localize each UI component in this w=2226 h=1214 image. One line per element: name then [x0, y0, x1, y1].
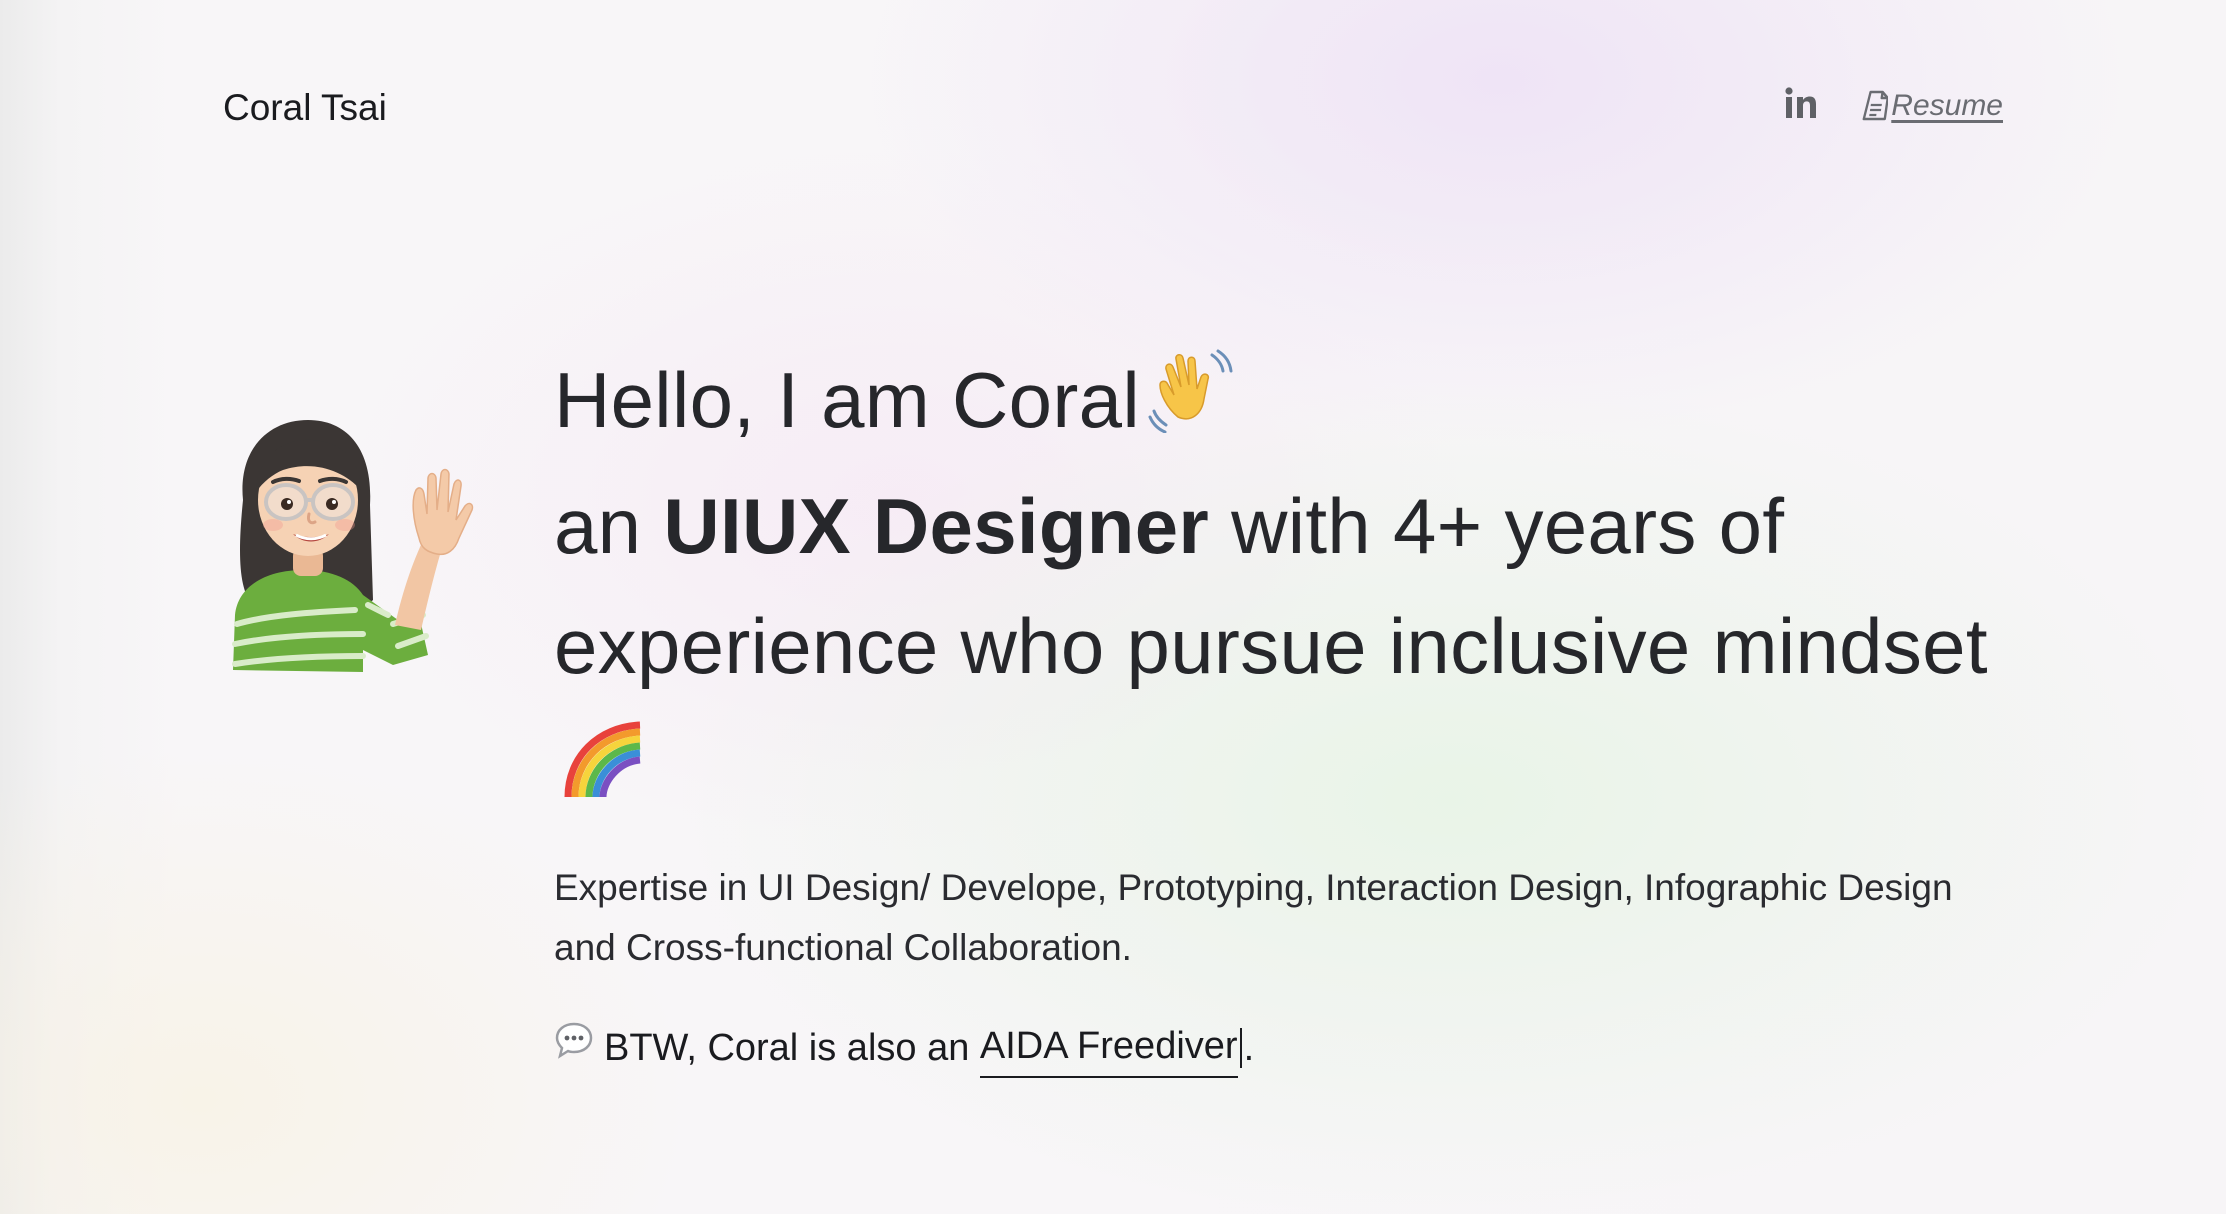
waving-hand-icon [1148, 346, 1234, 466]
headline-greeting: Hello, I am Coral [554, 356, 1140, 444]
avatar-memoji-icon [232, 420, 474, 672]
btw-line: BTW, Coral is also an AIDA Freediver. [554, 1018, 2014, 1078]
resume-link[interactable]: Resume [1860, 89, 2003, 123]
header-links: Resume [1784, 86, 2003, 126]
rainbow-icon [562, 712, 646, 832]
linkedin-link[interactable] [1784, 86, 1818, 126]
btw-prefix: BTW, Coral is also an [604, 1027, 970, 1069]
document-icon [1862, 90, 1889, 121]
hero-headline: Hello, I am Coral an UIUX Designer with … [554, 340, 2014, 832]
hero-section: Hello, I am Coral an UIUX Designer with … [554, 340, 2014, 1078]
linkedin-icon [1785, 87, 1817, 118]
resume-label: Resume [1891, 89, 2003, 122]
speech-bubble-icon [554, 1020, 594, 1076]
aida-freediver-link[interactable]: AIDA Freediver [979, 1018, 1238, 1078]
headline-role: UIUX Designer [663, 482, 1210, 570]
expertise-text: Expertise in UI Design/ Develope, Protot… [554, 867, 1953, 968]
typing-caret [1239, 1028, 1242, 1068]
headline-an: an [554, 482, 642, 570]
site-name-link[interactable]: Coral Tsai [223, 84, 387, 132]
btw-suffix: . [1243, 1027, 1255, 1069]
